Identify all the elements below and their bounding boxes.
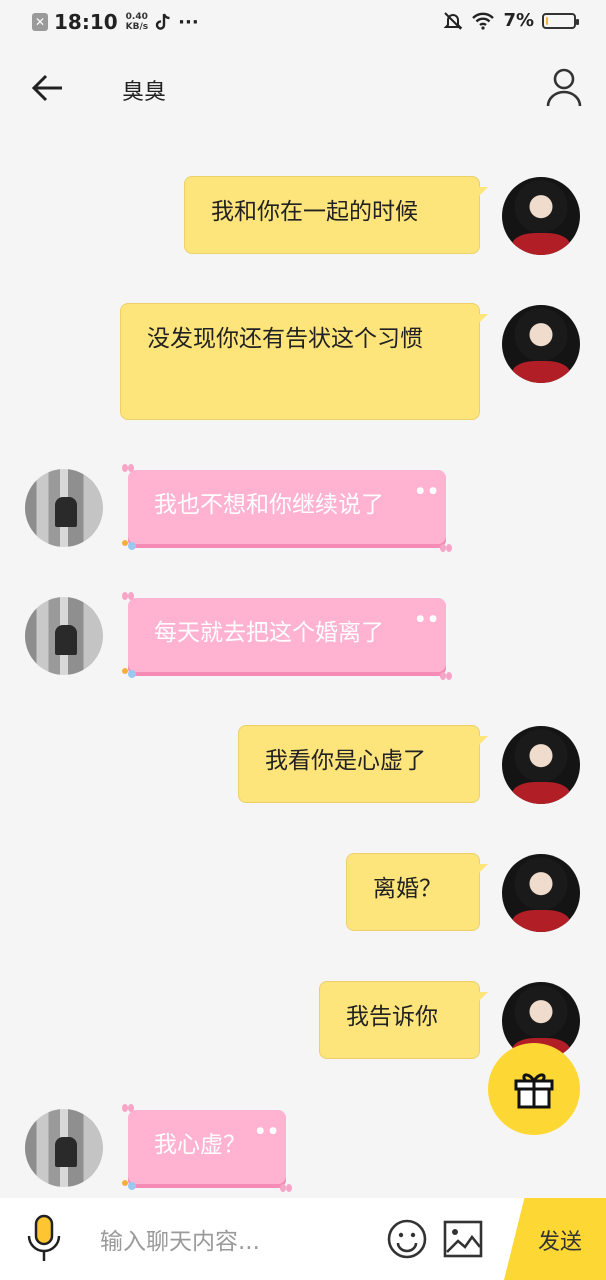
bow-decoration <box>440 672 452 680</box>
candy-decoration <box>122 1180 136 1190</box>
send-button[interactable]: 发送 <box>504 1198 606 1280</box>
battery-icon <box>542 12 579 29</box>
emoji-icon[interactable] <box>386 1218 428 1260</box>
user-profile-icon[interactable] <box>544 66 584 108</box>
message-text: 我看你是心虚了 <box>265 748 426 774</box>
candy-decoration <box>122 668 136 678</box>
message-input[interactable]: 输入聊天内容... <box>100 1222 260 1256</box>
bow-decoration <box>122 1104 134 1112</box>
my-avatar[interactable] <box>502 726 580 804</box>
my-avatar[interactable] <box>502 177 580 255</box>
input-bar: 输入聊天内容... 发送 <box>0 1198 606 1280</box>
bow-decoration <box>122 592 134 600</box>
message-bubble-me[interactable]: 没发现你还有告状这个习惯 <box>120 303 488 420</box>
contact-avatar[interactable] <box>25 1109 103 1187</box>
message-bubble-me[interactable]: 我告诉你 <box>319 981 488 1059</box>
message-text: 我也不想和你继续说了 <box>154 492 384 518</box>
bow-decoration <box>122 464 134 472</box>
battery-fill <box>546 16 548 25</box>
candy-decoration <box>122 540 136 550</box>
chat-title: 臭臭 <box>122 80 167 105</box>
wifi-icon <box>472 12 495 30</box>
bubble-dots-decoration: ● ● <box>256 1126 278 1136</box>
send-label: 发送 <box>538 1230 583 1255</box>
message-bubble-me[interactable]: 离婚？ <box>346 853 488 931</box>
message-bubble-other[interactable]: ● ● 我心虚？ <box>122 1104 292 1192</box>
bow-decoration <box>440 544 452 552</box>
notification-close-icon: ✕ <box>32 13 48 31</box>
gift-icon <box>514 1073 554 1109</box>
contact-avatar[interactable] <box>25 469 103 547</box>
status-bar: ✕ 18:10 0.40 KB/s ··· 7% <box>0 0 606 48</box>
message-bubble-other[interactable]: ● ● 我也不想和你继续说了 <box>122 464 452 552</box>
battery-percent: 7% <box>503 10 534 31</box>
bubble-dots-decoration: ● ● <box>416 486 438 496</box>
more-notifications: ··· <box>178 11 199 33</box>
network-speed: 0.40 KB/s <box>126 12 148 32</box>
clock: 18:10 <box>54 10 118 34</box>
microphone-icon[interactable] <box>24 1214 64 1264</box>
network-speed-value: 0.40 <box>125 12 148 22</box>
message-text: 离婚？ <box>373 876 442 902</box>
bow-decoration <box>280 1184 292 1192</box>
contact-avatar[interactable] <box>25 597 103 675</box>
message-text: 每天就去把这个婚离了 <box>154 620 384 646</box>
message-text: 我和你在一起的时候 <box>211 199 418 225</box>
image-icon[interactable] <box>442 1219 484 1259</box>
chat-header: 臭臭 <box>0 48 606 128</box>
network-speed-unit: KB/s <box>125 22 149 32</box>
message-text: 没发现你还有告状这个习惯 <box>147 326 423 352</box>
message-text: 我告诉你 <box>346 1004 438 1030</box>
arrow-left-icon[interactable] <box>28 68 68 108</box>
tiktok-icon <box>155 13 170 30</box>
message-bubble-me[interactable]: 我看你是心虚了 <box>238 725 488 803</box>
message-text: 我心虚？ <box>154 1132 246 1158</box>
message-bubble-me[interactable]: 我和你在一起的时候 <box>184 176 488 254</box>
my-avatar[interactable] <box>502 305 580 383</box>
my-avatar[interactable] <box>502 854 580 932</box>
bubble-dots-decoration: ● ● <box>416 614 438 624</box>
gift-button[interactable] <box>488 1043 580 1135</box>
mute-bell-icon <box>444 11 463 30</box>
message-bubble-other[interactable]: ● ● 每天就去把这个婚离了 <box>122 592 452 680</box>
